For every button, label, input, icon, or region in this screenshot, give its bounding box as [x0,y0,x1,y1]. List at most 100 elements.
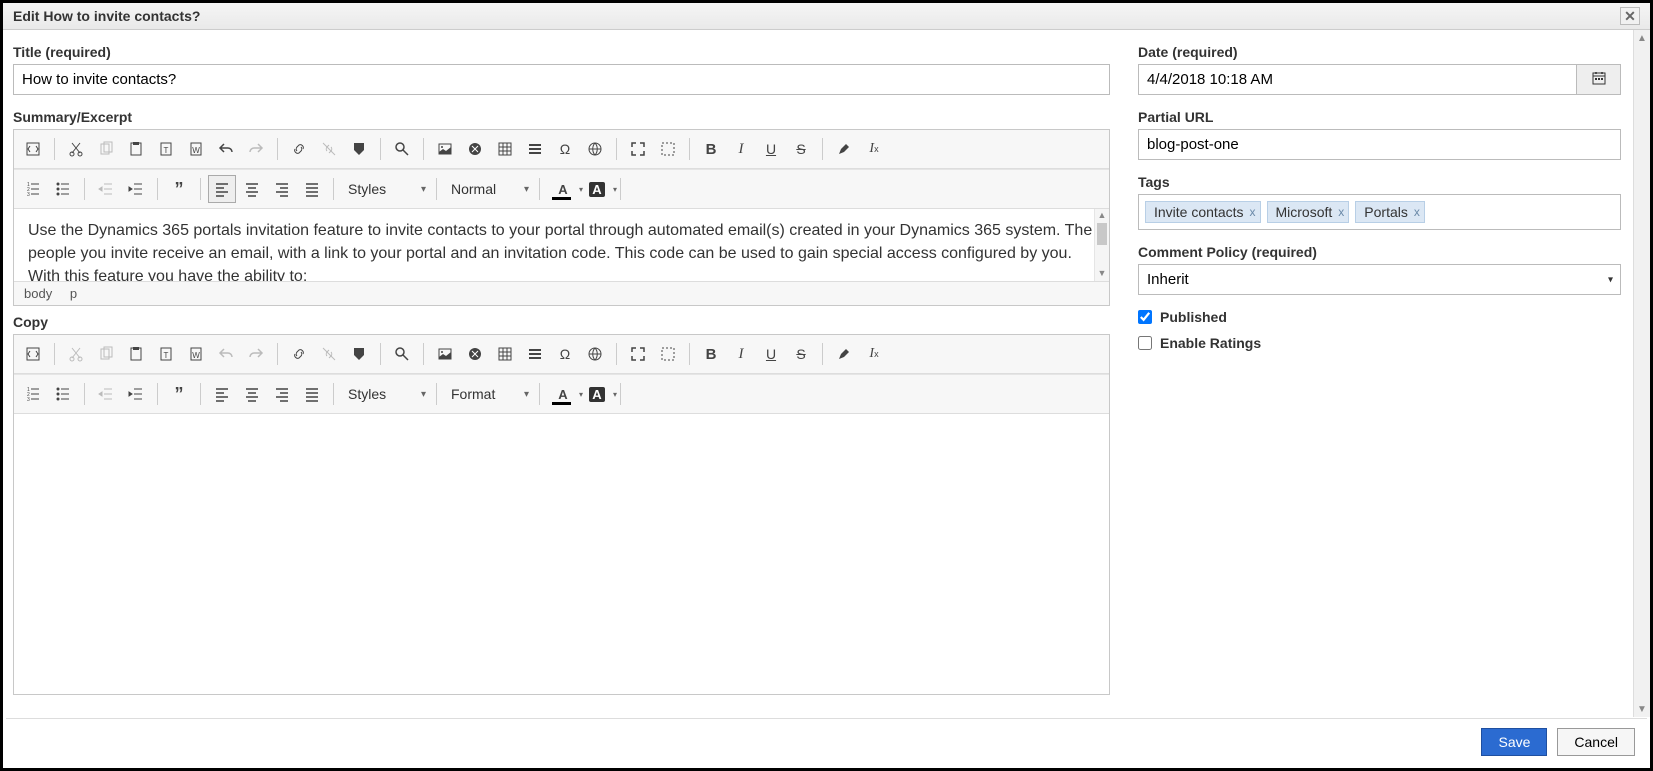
enable-ratings-label[interactable]: Enable Ratings [1160,335,1261,351]
date-picker-button[interactable] [1577,64,1621,95]
tag-remove-icon[interactable]: x [1414,205,1420,219]
unlink-icon[interactable] [315,135,343,163]
unlink-icon[interactable] [315,340,343,368]
bullet-list-icon[interactable] [49,175,77,203]
copy-icon[interactable] [92,135,120,163]
embed-icon[interactable] [461,135,489,163]
undo-icon[interactable] [212,135,240,163]
align-justify-icon[interactable] [298,175,326,203]
scroll-up-icon[interactable]: ▲ [1095,209,1109,223]
redo-icon[interactable] [242,340,270,368]
redo-icon[interactable] [242,135,270,163]
anchor-icon[interactable] [345,135,373,163]
published-checkbox[interactable] [1138,310,1152,324]
paste-text-icon[interactable]: T [152,340,180,368]
iframe-icon[interactable] [581,340,609,368]
published-label[interactable]: Published [1160,309,1227,325]
text-color-icon[interactable]: A▾ [547,380,579,408]
image-icon[interactable] [431,340,459,368]
align-justify-icon[interactable] [298,380,326,408]
italic-icon[interactable]: I [727,340,755,368]
source-icon[interactable] [19,340,47,368]
scroll-down-icon[interactable]: ▼ [1095,267,1109,281]
marker-icon[interactable] [830,340,858,368]
removeformat-icon[interactable]: Ix [860,340,888,368]
scroll-thumb[interactable] [1097,223,1107,245]
paste-icon[interactable] [122,340,150,368]
specialchar-icon[interactable]: Ω [551,340,579,368]
removeformat-icon[interactable]: Ix [860,135,888,163]
partial-url-input[interactable] [1138,129,1621,160]
italic-icon[interactable]: I [727,135,755,163]
strike-icon[interactable]: S [787,135,815,163]
link-icon[interactable] [285,340,313,368]
tag-remove-icon[interactable]: x [1250,205,1256,219]
styles-dropdown[interactable]: Styles [340,175,430,203]
showblocks-icon[interactable] [654,340,682,368]
marker-icon[interactable] [830,135,858,163]
blockquote-icon[interactable]: ” [165,175,193,203]
showblocks-icon[interactable] [654,135,682,163]
numbered-list-icon[interactable]: 123 [19,380,47,408]
blockquote-icon[interactable]: ” [165,380,193,408]
maximize-icon[interactable] [624,340,652,368]
anchor-icon[interactable] [345,340,373,368]
numbered-list-icon[interactable]: 123 [19,175,47,203]
summary-content[interactable]: Use the Dynamics 365 portals invitation … [14,209,1109,281]
bg-color-icon[interactable]: A▾ [581,380,613,408]
align-center-icon[interactable] [238,380,266,408]
paste-word-icon[interactable]: W [182,340,210,368]
comment-policy-select[interactable]: Inherit [1138,264,1621,295]
maximize-icon[interactable] [624,135,652,163]
hr-icon[interactable] [521,135,549,163]
summary-content-scrollbar[interactable]: ▲ ▼ [1094,209,1109,281]
copy-content[interactable] [14,414,1109,694]
paste-word-icon[interactable]: W [182,135,210,163]
find-icon[interactable] [388,135,416,163]
indent-icon[interactable] [122,380,150,408]
outdent-icon[interactable] [92,380,120,408]
paste-icon[interactable] [122,135,150,163]
date-input[interactable] [1138,64,1577,95]
format-dropdown[interactable]: Normal [443,175,533,203]
embed-icon[interactable] [461,340,489,368]
find-icon[interactable] [388,340,416,368]
paste-text-icon[interactable]: T [152,135,180,163]
format-dropdown[interactable]: Format [443,380,533,408]
table-icon[interactable] [491,340,519,368]
copy-icon[interactable] [92,340,120,368]
bold-icon[interactable]: B [697,340,725,368]
indent-icon[interactable] [122,175,150,203]
scroll-up-icon[interactable]: ▲ [1634,30,1650,46]
enable-ratings-checkbox[interactable] [1138,336,1152,350]
title-input[interactable] [13,64,1110,95]
styles-dropdown[interactable]: Styles [340,380,430,408]
bold-icon[interactable]: B [697,135,725,163]
cut-icon[interactable] [62,135,90,163]
strike-icon[interactable]: S [787,340,815,368]
align-left-icon[interactable] [208,175,236,203]
underline-icon[interactable]: U [757,340,785,368]
outdent-icon[interactable] [92,175,120,203]
dialog-scrollbar[interactable]: ▲ ▼ [1633,30,1650,717]
tags-input[interactable]: Invite contactsx Microsoftx Portalsx [1138,194,1621,230]
bullet-list-icon[interactable] [49,380,77,408]
align-left-icon[interactable] [208,380,236,408]
align-center-icon[interactable] [238,175,266,203]
scroll-down-icon[interactable]: ▼ [1634,701,1650,717]
bg-color-icon[interactable]: A▾ [581,175,613,203]
elpath-body[interactable]: body [24,286,52,301]
tag-remove-icon[interactable]: x [1338,205,1344,219]
elpath-p[interactable]: p [70,286,77,301]
cut-icon[interactable] [62,340,90,368]
underline-icon[interactable]: U [757,135,785,163]
align-right-icon[interactable] [268,175,296,203]
source-icon[interactable] [19,135,47,163]
close-button[interactable]: ✕ [1620,7,1640,25]
align-right-icon[interactable] [268,380,296,408]
text-color-icon[interactable]: A▾ [547,175,579,203]
hr-icon[interactable] [521,340,549,368]
undo-icon[interactable] [212,340,240,368]
specialchar-icon[interactable]: Ω [551,135,579,163]
iframe-icon[interactable] [581,135,609,163]
